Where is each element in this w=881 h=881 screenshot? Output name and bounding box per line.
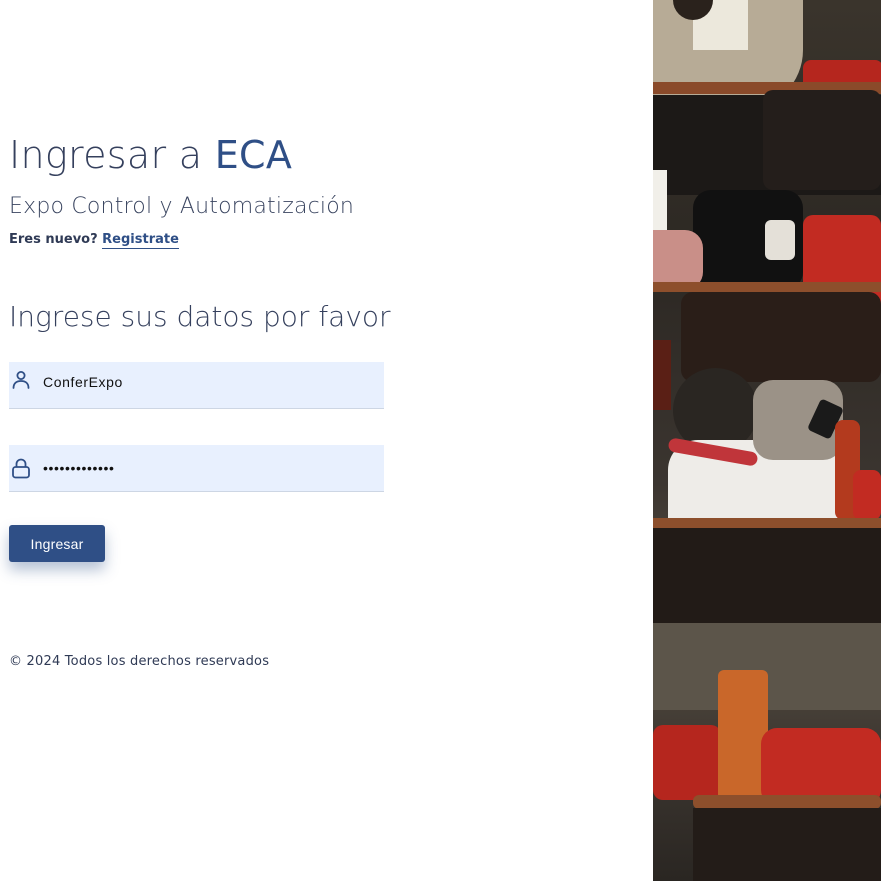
login-page: Ingresar a ECA Expo Control y Automatiza… xyxy=(0,0,881,881)
login-button[interactable]: Ingresar xyxy=(9,525,105,562)
password-field[interactable] xyxy=(9,445,384,492)
form-heading: Ingrese sus datos por favor xyxy=(9,300,391,333)
page-subtitle: Expo Control y Automatización xyxy=(9,194,355,219)
page-title: Ingresar a ECA xyxy=(9,133,292,177)
username-input[interactable] xyxy=(43,374,363,390)
register-prompt-text: Eres nuevo? xyxy=(9,232,103,247)
title-prefix: Ingresar a xyxy=(9,133,215,177)
password-input[interactable] xyxy=(43,460,363,476)
copyright-footer: © 2024 Todos los derechos reservados xyxy=(9,654,270,669)
username-field[interactable] xyxy=(9,362,384,409)
login-panel: Ingresar a ECA Expo Control y Automatiza… xyxy=(0,0,653,881)
title-brand: ECA xyxy=(214,133,293,177)
register-prompt: Eres nuevo? Registrate xyxy=(9,232,179,249)
user-icon xyxy=(9,368,33,392)
register-link[interactable]: Registrate xyxy=(102,232,179,249)
conference-photo xyxy=(653,0,881,881)
lock-icon xyxy=(9,456,33,480)
